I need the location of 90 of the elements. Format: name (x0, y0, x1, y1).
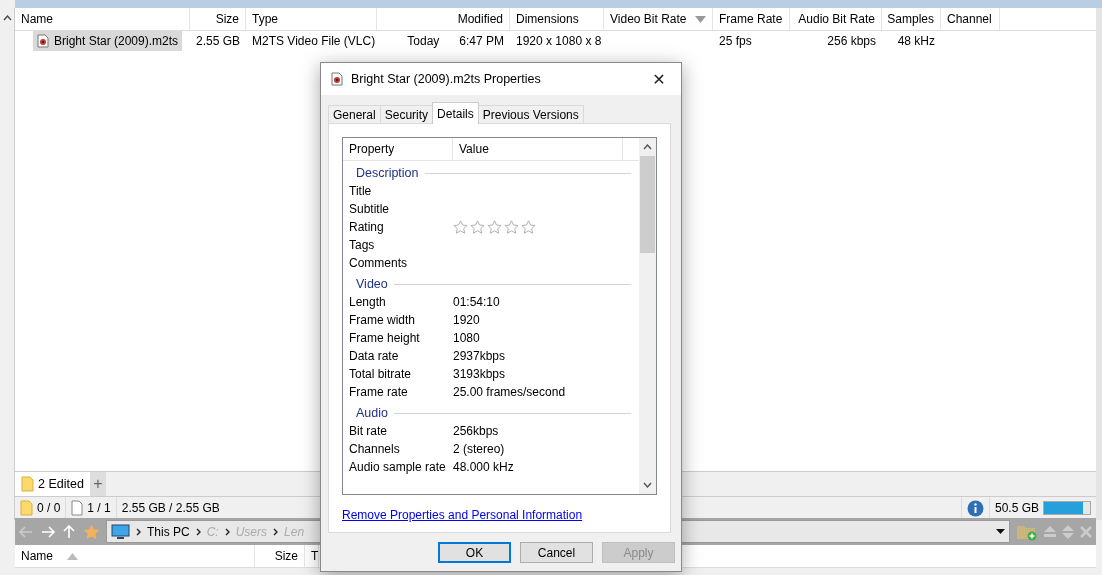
column-header[interactable]: Value (453, 138, 623, 160)
property-value: 3193kbps (453, 367, 507, 381)
swap-icon[interactable] (1062, 524, 1074, 539)
dropdown-caret-icon[interactable] (996, 529, 1005, 534)
dialog-button[interactable]: Cancel (520, 542, 593, 563)
property-name: Tags (348, 238, 376, 252)
property-value: 25.00 frames/second (453, 385, 567, 399)
property-name: Total bitrate (348, 367, 413, 381)
property-name: Title (348, 184, 373, 198)
chevron-icon (136, 527, 141, 536)
property-value: 1080 (453, 331, 481, 345)
column-header[interactable]: Name (15, 8, 190, 30)
eject-icon[interactable] (1044, 526, 1056, 537)
folder-count: 0 / 0 (37, 501, 61, 515)
column-header[interactable]: Dimensions (510, 8, 604, 30)
column-header[interactable]: Property (343, 138, 453, 160)
scroll-down-icon[interactable] (643, 482, 652, 488)
column-header[interactable]: Samples (882, 8, 941, 30)
folder-icon (21, 476, 34, 492)
chevron-icon (273, 527, 279, 536)
dialog-title: Bright Star (2009).m2ts Properties (351, 72, 542, 86)
free-space: 50.5 GB (994, 501, 1039, 515)
group-heading: Audio (356, 406, 388, 420)
column-header[interactable]: Size (255, 545, 305, 567)
scroll-up-icon[interactable] (643, 144, 652, 150)
property-name: Subtitle (348, 202, 391, 216)
selection-size: 2.55 GB / 2.55 GB (121, 501, 220, 515)
forward-arrow-icon[interactable] (41, 525, 55, 538)
column-header[interactable]: Type (246, 8, 377, 30)
column-header[interactable]: Channel (941, 8, 1000, 30)
table-cell-text: 48 kHz (896, 33, 936, 50)
column-header[interactable]: Video Bit Rate (604, 8, 713, 30)
media-file-icon (331, 72, 343, 86)
dialog-tab[interactable]: Details (432, 102, 479, 124)
close-button[interactable]: ✕ (637, 63, 681, 95)
computer-icon (111, 523, 130, 540)
group-heading: Description (356, 166, 419, 180)
rating-star-icon[interactable] (504, 220, 519, 234)
column-header[interactable]: Name (15, 545, 255, 567)
property-name: Audio sample rate (348, 460, 447, 474)
group-heading: Video (356, 277, 388, 291)
table-cell-text: Today 6:47 PM (406, 33, 505, 50)
property-value: 01:54:10 (453, 295, 501, 309)
column-header[interactable]: Audio Bit Rate (790, 8, 882, 30)
dialog-tab[interactable]: General (328, 105, 381, 124)
property-name: Frame height (348, 331, 421, 345)
rating-star-icon[interactable] (521, 220, 536, 234)
chevron-icon (195, 527, 201, 536)
media-file-icon (37, 34, 49, 48)
column-header[interactable]: Frame Rate (713, 8, 790, 30)
breadcrumb-item[interactable]: This PC (147, 524, 190, 539)
property-value: 1920 (453, 313, 481, 327)
rating-star-icon[interactable] (453, 220, 468, 234)
property-value: 2 (stereo) (453, 442, 506, 456)
dialog-button[interactable]: OK (438, 542, 511, 563)
column-header[interactable]: Size (190, 8, 246, 30)
table-cell-text: 256 kbps (826, 33, 877, 50)
file-count: 1 / 1 (87, 501, 111, 515)
folder-tab[interactable]: 2 Edited (15, 472, 90, 496)
property-name: Data rate (348, 349, 400, 363)
table-cell-text: 2.55 GB (194, 33, 241, 50)
table-cell-text: 1920 x 1080 x 8 (515, 33, 603, 50)
column-header[interactable]: Modified (377, 8, 510, 30)
table-cell-text: 25 fps (718, 33, 753, 50)
rating-star-icon[interactable] (470, 220, 485, 234)
property-name: Frame rate (348, 385, 409, 399)
folder-icon (20, 500, 33, 516)
file-name[interactable]: Bright Star (2009).m2ts (33, 31, 183, 51)
scrollbar-thumb[interactable] (640, 156, 655, 253)
star-icon[interactable] (83, 523, 100, 540)
chevron-icon (224, 527, 230, 536)
back-arrow-icon[interactable] (19, 525, 33, 538)
property-name: Rating (348, 220, 385, 234)
document-icon (71, 500, 84, 516)
property-value: 48.000 kHz (453, 460, 515, 474)
property-name: Channels (348, 442, 401, 456)
property-value: 256kbps (453, 424, 500, 438)
up-arrow-icon[interactable] (63, 524, 75, 539)
scroll-up-icon[interactable] (2, 15, 12, 21)
property-name: Length (348, 295, 387, 309)
column-header[interactable]: T (305, 545, 319, 567)
remove-properties-link[interactable]: Remove Properties and Personal Information (342, 508, 583, 522)
property-name: Comments (348, 256, 408, 270)
property-value: 2937kbps (453, 349, 507, 363)
table-cell-text: M2TS Video File (VLC) (251, 33, 377, 50)
close-icon[interactable] (1080, 525, 1092, 538)
property-name: Frame width (348, 313, 417, 327)
property-name: Bit rate (348, 424, 388, 438)
info-icon[interactable] (966, 499, 984, 517)
rating-star-icon[interactable] (487, 220, 502, 234)
